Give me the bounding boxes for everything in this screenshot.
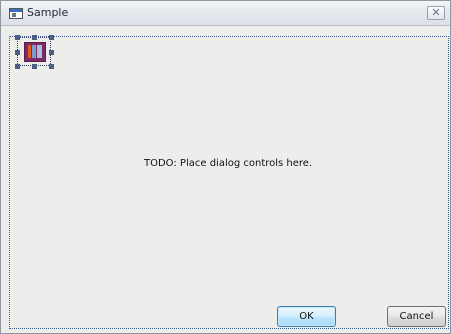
resize-handle-bottom-right[interactable] [49,64,54,69]
resize-handle-top-middle[interactable] [32,35,37,40]
resize-handle-top-right[interactable] [49,35,54,40]
icon-bar-light-blue [37,45,42,58]
resize-handle-top-left[interactable] [15,35,20,40]
resize-handle-bottom-left[interactable] [15,64,20,69]
todo-static-text: TODO: Place dialog controls here. [144,158,313,169]
icon-bar-blue [32,45,36,58]
ok-button[interactable]: OK [277,306,336,327]
resize-handle-middle-left[interactable] [15,50,20,55]
dialog-design-surface[interactable] [9,36,449,329]
resize-handle-bottom-middle[interactable] [32,64,37,69]
title-bar[interactable]: Sample ✕ [1,1,450,26]
dialog-app-icon[interactable] [24,42,46,62]
resize-handle-middle-right[interactable] [49,50,54,55]
window-app-icon [9,8,23,19]
window-title: Sample [27,6,69,19]
close-button[interactable]: ✕ [427,6,445,20]
cancel-button[interactable]: Cancel [387,306,446,327]
icon-bar-orange [28,45,31,58]
